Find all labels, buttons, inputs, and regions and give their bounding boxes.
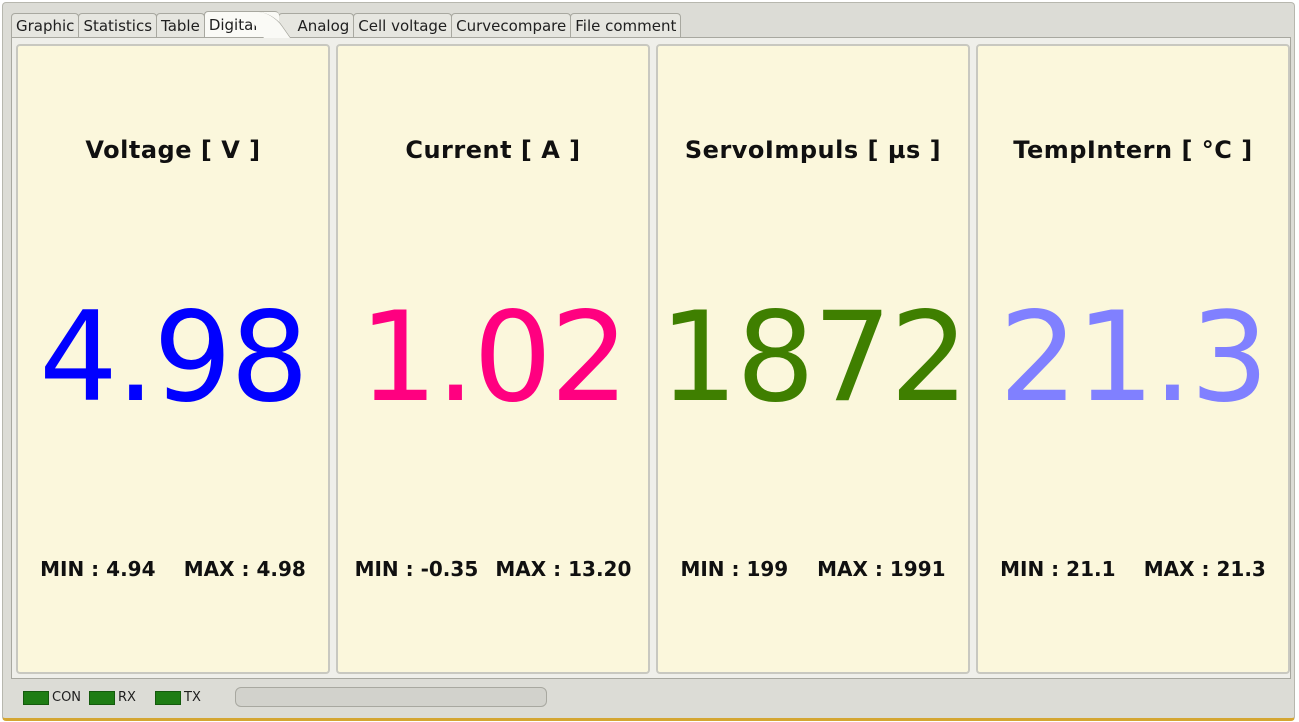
current-panel: Current [ A ] 1.02 MIN : -0.35 MAX : 13.… xyxy=(336,44,650,674)
tab-digital[interactable]: Digital xyxy=(203,11,280,37)
tab-bar: Graphic Statistics Table Digital Analog … xyxy=(11,11,682,37)
status-bar: CON RX TX xyxy=(11,681,1291,715)
max-value: MAX : 13.20 xyxy=(495,557,632,581)
con-led-icon xyxy=(23,690,49,705)
tab-graphic[interactable]: Graphic xyxy=(11,13,80,37)
panel-value: 4.98 xyxy=(38,286,309,430)
max-value: MAX : 1991 xyxy=(817,557,946,581)
panel-value: 21.3 xyxy=(998,286,1269,430)
con-indicator: CON xyxy=(23,690,81,705)
tab-analog[interactable]: Analog xyxy=(278,13,355,37)
min-max-row: MIN : -0.35 MAX : 13.20 xyxy=(338,557,648,581)
tab-curvecompare[interactable]: Curvecompare xyxy=(451,13,572,37)
panel-title: TempIntern [ °C ] xyxy=(1013,136,1253,164)
panel-value: 1.02 xyxy=(358,286,629,430)
tab-statistics[interactable]: Statistics xyxy=(78,13,158,37)
tx-indicator: TX xyxy=(155,690,201,705)
rx-indicator: RX xyxy=(89,690,136,705)
tx-label: TX xyxy=(184,690,201,705)
tab-table[interactable]: Table xyxy=(156,13,205,37)
tx-led-icon xyxy=(155,690,181,705)
app-window: Graphic Statistics Table Digital Analog … xyxy=(2,2,1295,721)
min-max-row: MIN : 4.94 MAX : 4.98 xyxy=(18,557,328,581)
progress-bar xyxy=(235,687,547,707)
max-value: MAX : 4.98 xyxy=(183,557,306,581)
panel-value: 1872 xyxy=(659,286,969,430)
tab-file-comment[interactable]: File comment xyxy=(570,13,682,37)
servoimpuls-panel: ServoImpuls [ µs ] 1872 MIN : 199 MAX : … xyxy=(656,44,970,674)
voltage-panel: Voltage [ V ] 4.98 MIN : 4.94 MAX : 4.98 xyxy=(16,44,330,674)
min-value: MIN : -0.35 xyxy=(354,557,479,581)
max-value: MAX : 21.3 xyxy=(1143,557,1266,581)
min-value: MIN : 199 xyxy=(680,557,789,581)
min-value: MIN : 4.94 xyxy=(40,557,156,581)
panel-title: Current [ A ] xyxy=(405,136,581,164)
panel-title: ServoImpuls [ µs ] xyxy=(684,136,942,164)
min-max-row: MIN : 199 MAX : 1991 xyxy=(658,557,968,581)
tab-cell-voltage[interactable]: Cell voltage xyxy=(353,13,453,37)
min-value: MIN : 21.1 xyxy=(1000,557,1116,581)
con-label: CON xyxy=(52,690,82,705)
min-max-row: MIN : 21.1 MAX : 21.3 xyxy=(978,557,1288,581)
rx-led-icon xyxy=(89,690,115,705)
tempintern-panel: TempIntern [ °C ] 21.3 MIN : 21.1 MAX : … xyxy=(976,44,1290,674)
digital-view: Voltage [ V ] 4.98 MIN : 4.94 MAX : 4.98… xyxy=(11,37,1291,679)
panel-title: Voltage [ V ] xyxy=(85,136,261,164)
rx-label: RX xyxy=(118,690,136,705)
